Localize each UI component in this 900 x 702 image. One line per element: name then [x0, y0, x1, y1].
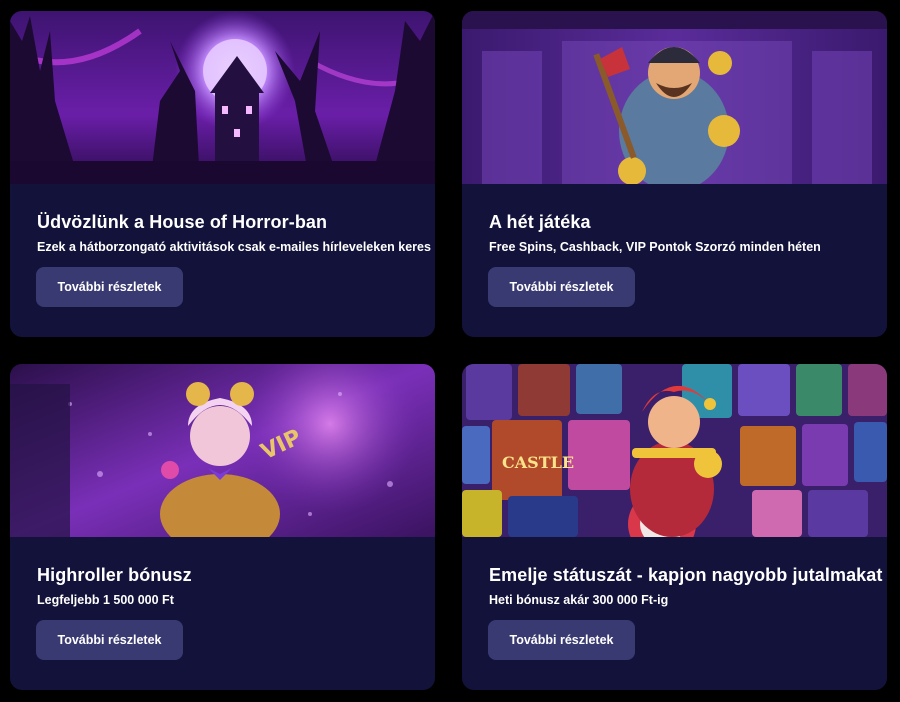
promo-subtitle: Free Spins, Cashback, VIP Pontok Szorzó … [489, 240, 821, 254]
more-details-button[interactable]: További részletek [488, 620, 635, 660]
pirate-character-illustration [462, 11, 887, 184]
promo-subtitle: Legfeljebb 1 500 000 Ft [37, 593, 174, 607]
more-details-button[interactable]: További részletek [488, 267, 635, 307]
promo-title: Emelje státuszát - kapjon nagyobb jutalm… [489, 565, 883, 585]
promo-card-house-of-horror: Üdvözlünk a House of Horror-ban Ezek a h… [10, 11, 435, 337]
more-details-button[interactable]: További részletek [36, 620, 183, 660]
promo-banner-image [462, 11, 887, 184]
promo-card-raise-status: CASTLE Emelje státuszát - kapjon nagyobb… [462, 364, 887, 690]
jester-slot-games-illustration: CASTLE [462, 364, 887, 537]
promo-subtitle: Heti bónusz akár 300 000 Ft-ig [489, 593, 669, 607]
promo-title: Highroller bónusz [37, 565, 192, 585]
promo-title: A hét játéka [489, 212, 591, 232]
promo-subtitle: Ezek a hátborzongató aktivitások csak e-… [37, 240, 431, 254]
svg-text:CASTLE: CASTLE [502, 453, 574, 472]
promo-banner-image [10, 11, 435, 184]
more-details-button[interactable]: További részletek [36, 267, 183, 307]
promo-banner-image: CASTLE [462, 364, 887, 537]
haunted-house-illustration [10, 11, 435, 184]
promo-card-game-of-the-week: A hét játéka Free Spins, Cashback, VIP P… [462, 11, 887, 337]
promo-title: Üdvözlünk a House of Horror-ban [37, 212, 328, 232]
promo-banner-image: VIP [10, 364, 435, 537]
promo-card-highroller-bonus: VIP Highroller bónusz Legfeljebb 1 500 0… [10, 364, 435, 690]
harlequin-vip-illustration: VIP [10, 364, 435, 537]
